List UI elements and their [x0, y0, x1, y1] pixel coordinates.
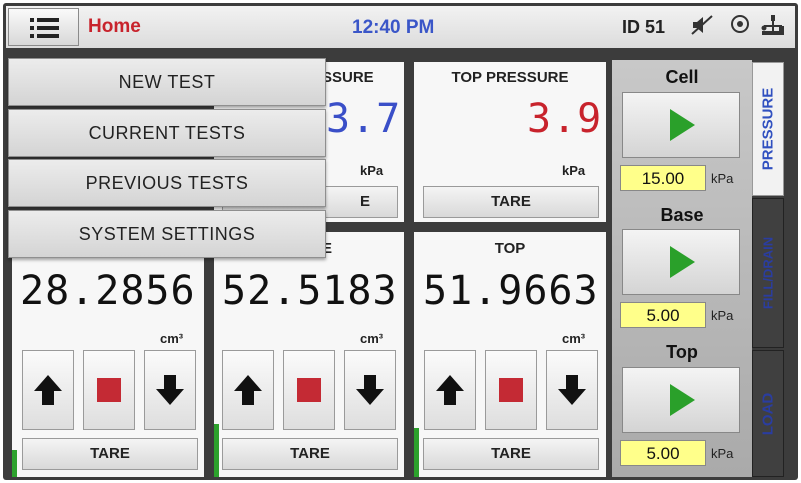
volume-value-top: 51.9663: [423, 268, 599, 314]
play-icon: [670, 384, 695, 416]
mute-icon: [691, 15, 713, 35]
cell-play-button[interactable]: [622, 92, 740, 158]
base-play-button[interactable]: [622, 229, 740, 295]
up-arrow-icon: [234, 375, 262, 405]
menu-item-previous-tests[interactable]: PREVIOUS TESTS: [8, 159, 326, 207]
clock: 12:40 PM: [352, 17, 435, 38]
menu-button[interactable]: [8, 8, 79, 46]
cell-setpoint-unit: kPa: [711, 171, 734, 186]
volume-down-button[interactable]: [546, 350, 598, 430]
tab-fill-drain-label: FILL/DRAIN: [760, 236, 776, 310]
tab-pressure-label: PRESSURE: [759, 87, 777, 171]
volume-stop-button[interactable]: [485, 350, 537, 430]
volume-unit-cell: cm³: [160, 331, 184, 346]
volume-stop-button[interactable]: [83, 350, 135, 430]
top-setpoint-unit: kPa: [711, 446, 734, 461]
stop-icon: [97, 378, 121, 402]
top-pressure-unit: kPa: [562, 163, 586, 178]
pressure-value: 3.7: [326, 96, 402, 142]
network-icon: [731, 15, 749, 33]
pressure-unit: kPa: [360, 163, 384, 178]
down-arrow-icon: [558, 375, 586, 405]
volume-level-bar: [414, 428, 419, 477]
home-link[interactable]: Home: [88, 16, 141, 38]
top-label: Top: [666, 342, 698, 362]
tab-load[interactable]: LOAD: [752, 350, 784, 477]
stop-icon: [499, 378, 523, 402]
menu-icon: [30, 18, 59, 38]
volume-up-button[interactable]: [222, 350, 274, 430]
tab-load-label: LOAD: [759, 392, 777, 435]
pressure-panel-title: SSURE: [322, 69, 374, 86]
volume-stop-button[interactable]: [283, 350, 335, 430]
menu-item-new-test[interactable]: NEW TEST: [8, 58, 326, 106]
top-pressure-tare-button[interactable]: TARE: [423, 186, 599, 218]
volume-down-button[interactable]: [344, 350, 396, 430]
up-arrow-icon: [436, 375, 464, 405]
volume-up-button[interactable]: [22, 350, 74, 430]
menu-item-system-settings[interactable]: SYSTEM SETTINGS: [8, 210, 326, 258]
tab-pressure[interactable]: PRESSURE: [752, 62, 784, 196]
top-pressure-title: TOP PRESSURE: [451, 69, 569, 86]
volume-down-button[interactable]: [144, 350, 196, 430]
tab-fill-drain[interactable]: FILL/DRAIN: [752, 198, 784, 348]
volume-unit-base: cm³: [360, 331, 384, 346]
down-arrow-icon: [156, 375, 184, 405]
volume-tare-button[interactable]: TARE: [423, 438, 599, 470]
usb-icon: [761, 15, 784, 35]
volume-tare-button[interactable]: TARE: [22, 438, 198, 470]
base-setpoint-field[interactable]: 5.00: [620, 302, 706, 328]
volume-level-bar: [12, 450, 17, 477]
volume-up-button[interactable]: [424, 350, 476, 430]
top-setpoint-field[interactable]: 5.00: [620, 440, 706, 466]
volume-level-bar: [214, 424, 219, 477]
volume-unit-top: cm³: [562, 331, 586, 346]
cell-label: Cell: [665, 67, 699, 87]
down-arrow-icon: [356, 375, 384, 405]
volume-value-cell: 28.2856: [20, 268, 196, 314]
menu-item-current-tests[interactable]: CURRENT TESTS: [8, 109, 326, 157]
tare-label: E: [359, 193, 370, 210]
volume-tare-button[interactable]: TARE: [222, 438, 398, 470]
play-icon: [670, 246, 695, 278]
device-id: ID 51: [622, 17, 666, 37]
up-arrow-icon: [34, 375, 62, 405]
stop-icon: [297, 378, 321, 402]
base-setpoint-unit: kPa: [711, 308, 734, 323]
cell-setpoint-field[interactable]: 15.00: [620, 165, 706, 191]
top-play-button[interactable]: [622, 367, 740, 433]
play-icon: [670, 109, 695, 141]
volume-top-title: TOP: [494, 240, 526, 257]
base-label: Base: [660, 205, 704, 225]
volume-value-base: 52.5183: [222, 268, 398, 314]
top-pressure-value: 3.9: [527, 96, 603, 142]
